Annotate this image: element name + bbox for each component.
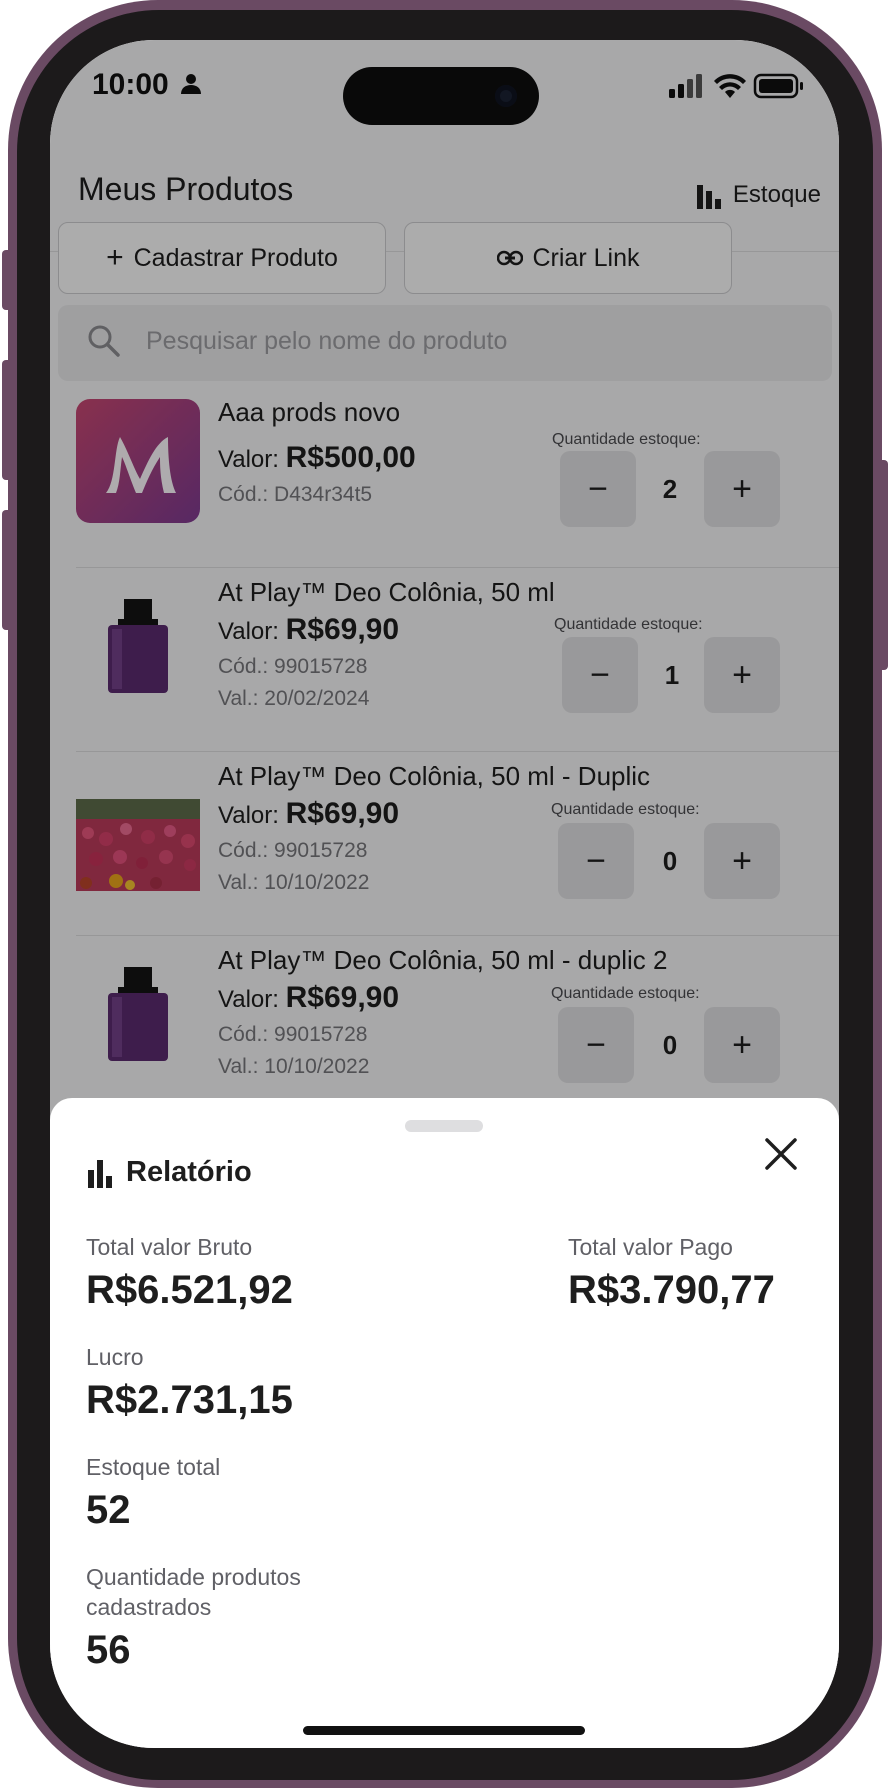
screen: 10:00 Meus Produtos Estoque + Cadastrar … (50, 40, 839, 1748)
paid-total-value: R$3.790,77 (568, 1268, 775, 1312)
volume-down-button (2, 510, 12, 630)
profit-value: R$2.731,15 (86, 1378, 293, 1422)
report-title-row: Relatório (86, 1156, 252, 1189)
volume-up-button (2, 360, 12, 480)
power-button (878, 460, 888, 670)
bar-chart-icon (88, 1159, 112, 1188)
gross-total-label: Total valor Bruto (86, 1234, 253, 1260)
registered-products-label-line1: Quantidade produtos (86, 1564, 301, 1590)
profit-label: Lucro (86, 1344, 144, 1370)
report-bottom-sheet: Relatório Total valor Bruto R$6.521,92 T… (50, 1098, 839, 1748)
total-stock-label: Estoque total (86, 1454, 221, 1480)
registered-products-label-line2: cadastrados (86, 1594, 212, 1620)
sheet-drag-handle[interactable] (405, 1120, 483, 1132)
close-icon[interactable] (759, 1132, 803, 1176)
registered-products-value: 56 (86, 1628, 131, 1672)
gross-total-value: R$6.521,92 (86, 1268, 293, 1312)
silent-switch (2, 250, 12, 310)
paid-total-label: Total valor Pago (568, 1234, 733, 1260)
home-indicator[interactable] (303, 1726, 585, 1735)
total-stock-value: 52 (86, 1488, 131, 1532)
report-title: Relatório (126, 1156, 252, 1188)
